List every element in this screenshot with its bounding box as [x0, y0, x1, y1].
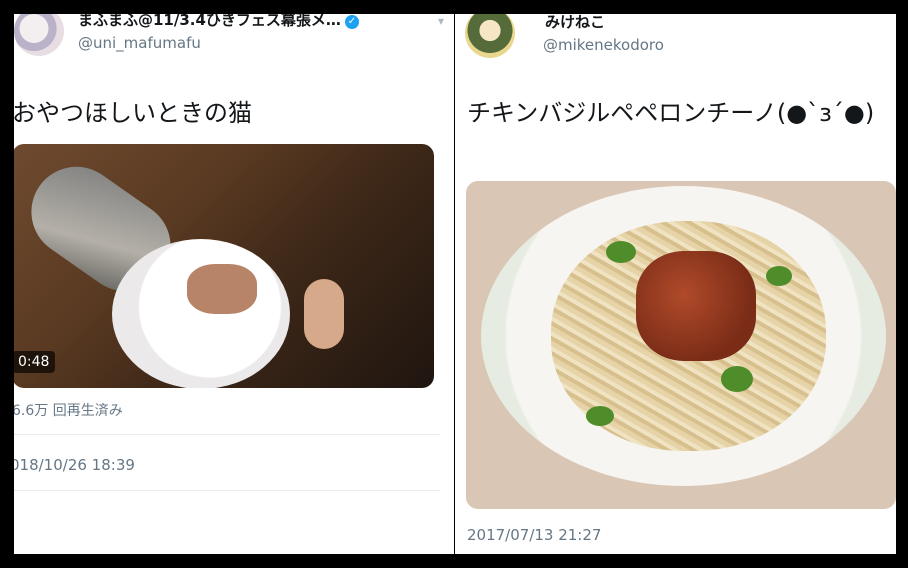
divider — [14, 490, 440, 491]
user-handle[interactable]: @mikenekodoro — [543, 36, 664, 54]
user-handle[interactable]: @uni_mafumafu — [78, 34, 201, 52]
okra-image — [586, 406, 614, 426]
chicken-image — [636, 251, 756, 361]
tweet-video[interactable]: 0:48 — [14, 144, 434, 388]
divider — [14, 434, 440, 435]
okra-image — [766, 266, 792, 286]
video-duration: 0:48 — [14, 351, 56, 373]
foot-image — [304, 279, 344, 349]
display-name[interactable]: みけねこ — [545, 14, 605, 32]
timestamp[interactable]: 2017/07/13 21:27 — [467, 526, 601, 544]
tweet-text: おやつほしいときの猫 — [14, 99, 252, 127]
okra-image — [606, 241, 636, 263]
avatar[interactable] — [14, 14, 64, 56]
okra-image — [721, 366, 753, 392]
view-count: 6.6万 回再生済み — [14, 403, 123, 419]
avatar[interactable] — [465, 14, 515, 58]
chevron-down-icon[interactable]: ▾ — [438, 14, 444, 28]
tweet-card-right: みけねこ @mikenekodoro チキンバジルペペロンチーノ(●`з´●) … — [455, 14, 896, 554]
tweet-text: チキンバジルペペロンチーノ(●`з´●) — [467, 99, 875, 127]
bowl-image — [112, 239, 290, 388]
food-image — [187, 264, 257, 314]
timestamp[interactable]: 018/10/26 18:39 — [14, 456, 135, 474]
display-name[interactable]: まふまふ@11/3.4ひきフェス幕張メ… ✓ — [78, 14, 359, 30]
tweet-photo[interactable] — [466, 181, 896, 509]
verified-badge-icon: ✓ — [344, 15, 359, 29]
tweet-card-left: まふまふ@11/3.4ひきフェス幕張メ… ✓ ▾ @uni_mafumafu おや… — [14, 14, 454, 554]
